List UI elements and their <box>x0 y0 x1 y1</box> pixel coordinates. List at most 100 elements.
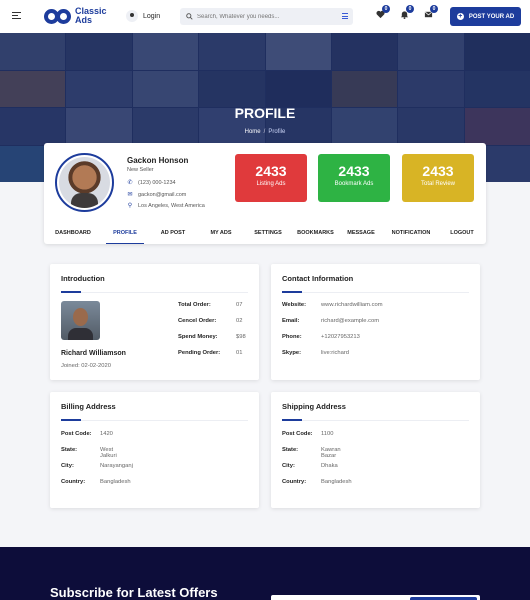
row-label: State: <box>61 447 78 453</box>
breadcrumb-current: Profile <box>268 129 286 135</box>
shipping-card: Shipping Address Post Code: 1100 State: Ka… <box>271 392 480 508</box>
stat-value: 2433 <box>255 163 287 179</box>
breadcrumb-home[interactable]: Home <box>245 129 261 135</box>
introduction-card: Introduction Richard Williamson Joined: … <box>50 264 259 380</box>
logo-mark <box>44 8 72 25</box>
breadcrumb-separator: / <box>263 129 266 135</box>
profile-card: Gackon Honson New Seller ✆ (123) 000-1234… <box>44 143 486 244</box>
shipping-row-state: State: Kawran Bazar <box>282 447 341 459</box>
introduction-title: Introduction <box>61 274 105 283</box>
row-label: State: <box>282 447 299 453</box>
phone-icon: ✆ <box>127 180 133 186</box>
billing-title: Billing Address <box>61 402 116 411</box>
row-value[interactable]: richard@example.com <box>321 318 379 324</box>
profile-email-text: gackon@gmail.com <box>138 192 187 198</box>
search-icon <box>186 13 193 20</box>
login-link[interactable]: Login <box>126 10 160 22</box>
tab-notification[interactable]: NOTIFICATION <box>383 222 439 244</box>
plus-icon: + <box>456 13 464 20</box>
row-value: +12027953213 <box>321 334 360 340</box>
row-value: Bangladesh <box>321 479 352 485</box>
tab-my-ads[interactable]: MY ADS <box>198 222 244 244</box>
row-label: Total Order: <box>178 302 211 308</box>
messages-button[interactable]: 0 <box>424 5 438 20</box>
search-input[interactable] <box>197 13 337 20</box>
row-label: City: <box>282 463 295 469</box>
tab-logout[interactable]: LOGOUT <box>439 222 485 244</box>
contact-row-website: Website: www.richardwilliam.com <box>282 302 383 308</box>
notifications-button[interactable]: 0 <box>400 5 414 20</box>
row-label: Website: <box>282 302 307 308</box>
stat-bookmark-ads: 2433 Bookmark Ads <box>318 154 390 202</box>
row-value: West Jalkuri <box>100 447 117 459</box>
divider <box>61 292 248 293</box>
contact-row-email: Email: richard@example.com <box>282 318 379 324</box>
login-label: Login <box>143 12 161 20</box>
tab-profile[interactable]: PROFILE <box>102 222 148 244</box>
profile-email: ✉ gackon@gmail.com <box>127 192 186 198</box>
logo-text: Classic Ads <box>75 7 107 25</box>
row-value: 1100 <box>321 431 334 437</box>
site-logo[interactable]: Classic Ads <box>44 7 107 25</box>
shipping-row-post-code: Post Code: 1100 <box>282 431 333 437</box>
tab-bookmarks[interactable]: BOOKMARKS <box>292 222 339 244</box>
row-label: City: <box>61 463 74 469</box>
tab-ad-post[interactable]: AD POST <box>148 222 198 244</box>
contact-card: Contact Information Website: www.richardw… <box>271 264 480 380</box>
top-header: Classic Ads Login 0 0 0 + POST YOUR AD <box>0 0 530 33</box>
profile-role: New Seller <box>127 167 154 173</box>
row-value[interactable]: www.richardwilliam.com <box>321 302 383 308</box>
divider <box>282 420 469 421</box>
stat-label: Listing Ads <box>256 181 286 187</box>
title-underline <box>61 419 81 421</box>
profile-phone: ✆ (123) 000-1234 <box>127 180 175 186</box>
breadcrumb: Home / Profile <box>0 129 530 135</box>
row-value: Bangladesh <box>100 479 131 485</box>
stat-listing-ads: 2433 Listing Ads <box>235 154 307 202</box>
row-label: Post Code: <box>282 431 313 437</box>
user-icon <box>126 10 138 22</box>
billing-row-city: City: Narayanganj <box>61 463 133 469</box>
row-label: Phone: <box>282 334 302 340</box>
stat-label: Total Review <box>420 181 455 187</box>
location-pin-icon: ⚲ <box>127 203 133 209</box>
divider <box>282 292 469 293</box>
logo-line2: Ads <box>75 15 93 25</box>
tab-settings[interactable]: SETTINGS <box>244 222 292 244</box>
divider <box>61 420 248 421</box>
favorites-button[interactable]: 0 <box>376 5 390 20</box>
billing-card: Billing Address Post Code: 1420 State: Wes… <box>50 392 259 508</box>
row-label: Spend Money: <box>178 334 218 340</box>
menu-icon[interactable] <box>12 12 21 20</box>
row-value: Kawran Bazar <box>321 447 341 459</box>
intro-avatar <box>61 301 100 340</box>
row-label: Country: <box>282 479 307 485</box>
filter-icon[interactable] <box>342 13 348 19</box>
contact-row-skype: Skype: live:richard <box>282 350 349 356</box>
row-value: live:richard <box>321 350 350 356</box>
row-label: Post Code: <box>61 431 92 437</box>
post-ad-button[interactable]: + POST YOUR AD <box>450 7 521 26</box>
row-value: $98 <box>236 334 246 340</box>
title-underline <box>61 291 81 293</box>
profile-tabs: DASHBOARD PROFILE AD POST MY ADS SETTING… <box>44 222 486 244</box>
row-value: Dhaka <box>321 463 338 469</box>
mail-icon: ✉ <box>127 192 133 198</box>
intro-row-cancel-order: Cencel Order: 02 <box>178 318 242 324</box>
page-title: PROFILE <box>234 105 296 121</box>
row-value: Narayanganj <box>100 463 133 469</box>
contact-title: Contact Information <box>282 274 354 283</box>
title-underline <box>282 419 302 421</box>
row-label: Country: <box>61 479 86 485</box>
contact-row-phone: Phone: +12027953213 <box>282 334 360 340</box>
subscribe-input[interactable] <box>271 595 480 600</box>
shipping-row-country: Country: Bangladesh <box>282 479 352 485</box>
profile-location: ⚲ Los Angeles, West America <box>127 203 205 209</box>
shipping-row-city: City: Dhaka <box>282 463 338 469</box>
tab-dashboard[interactable]: DASHBOARD <box>44 222 102 244</box>
profile-avatar <box>55 153 114 212</box>
profile-name: Gackon Honson <box>127 156 189 165</box>
row-value: 01 <box>236 350 243 356</box>
tab-message[interactable]: MESSAGE <box>339 222 383 244</box>
profile-location-text: Los Angeles, West America <box>138 203 205 209</box>
